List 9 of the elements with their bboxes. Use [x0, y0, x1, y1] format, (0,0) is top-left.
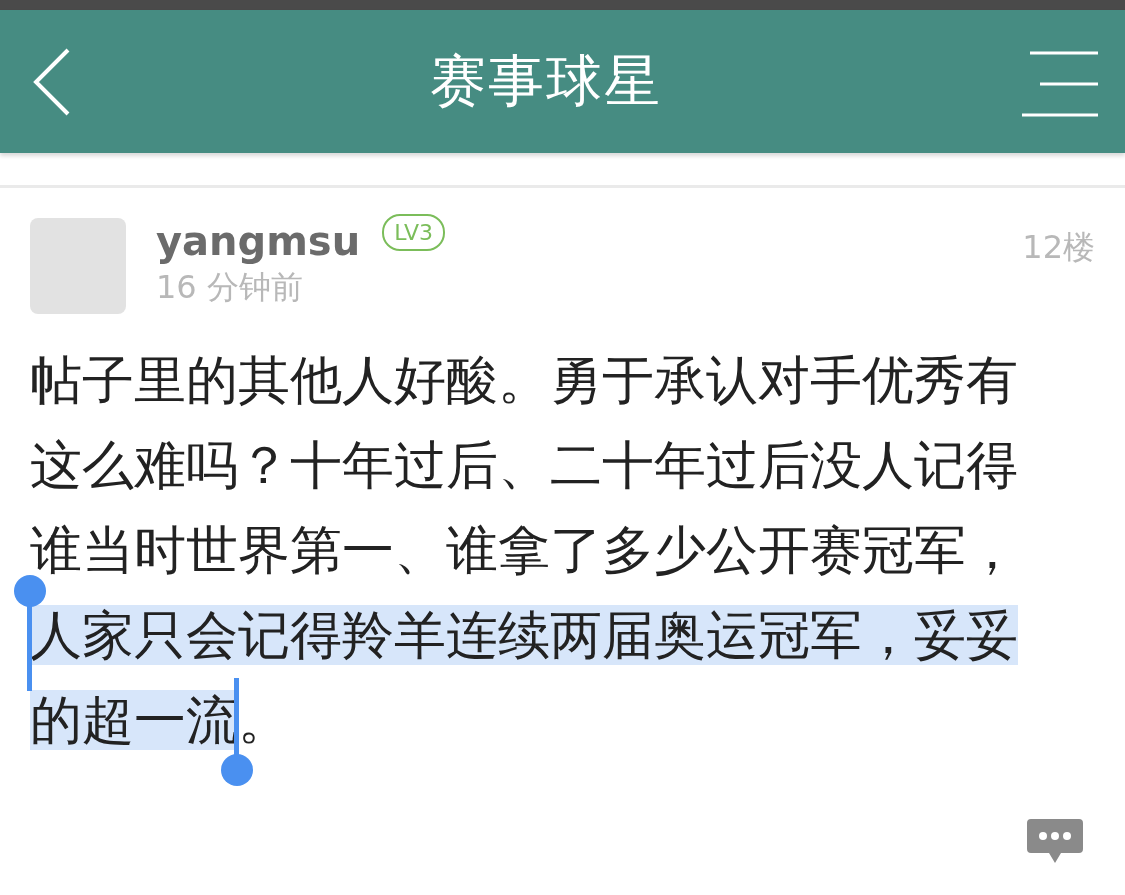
- username[interactable]: yangmsu: [156, 218, 361, 264]
- back-icon[interactable]: [32, 46, 72, 117]
- post-text: 帖子里的其他人好酸。勇于承认对手优秀有这么难吗？十年过后、二十年过后没人记得谁当时世界第一、谁拿了多少公开赛冠军， 人家只会记得羚羊连续两届奥运冠军，妥妥的超一流。: [30, 338, 1065, 763]
- level-badge: LV3: [382, 213, 446, 251]
- comment-icon[interactable]: [1025, 817, 1085, 865]
- floor-number: 12楼: [1022, 227, 1095, 268]
- page-title: 赛事球星: [430, 46, 662, 115]
- menu-icon[interactable]: [1020, 50, 1100, 117]
- post-time: 16 分钟前: [156, 267, 304, 308]
